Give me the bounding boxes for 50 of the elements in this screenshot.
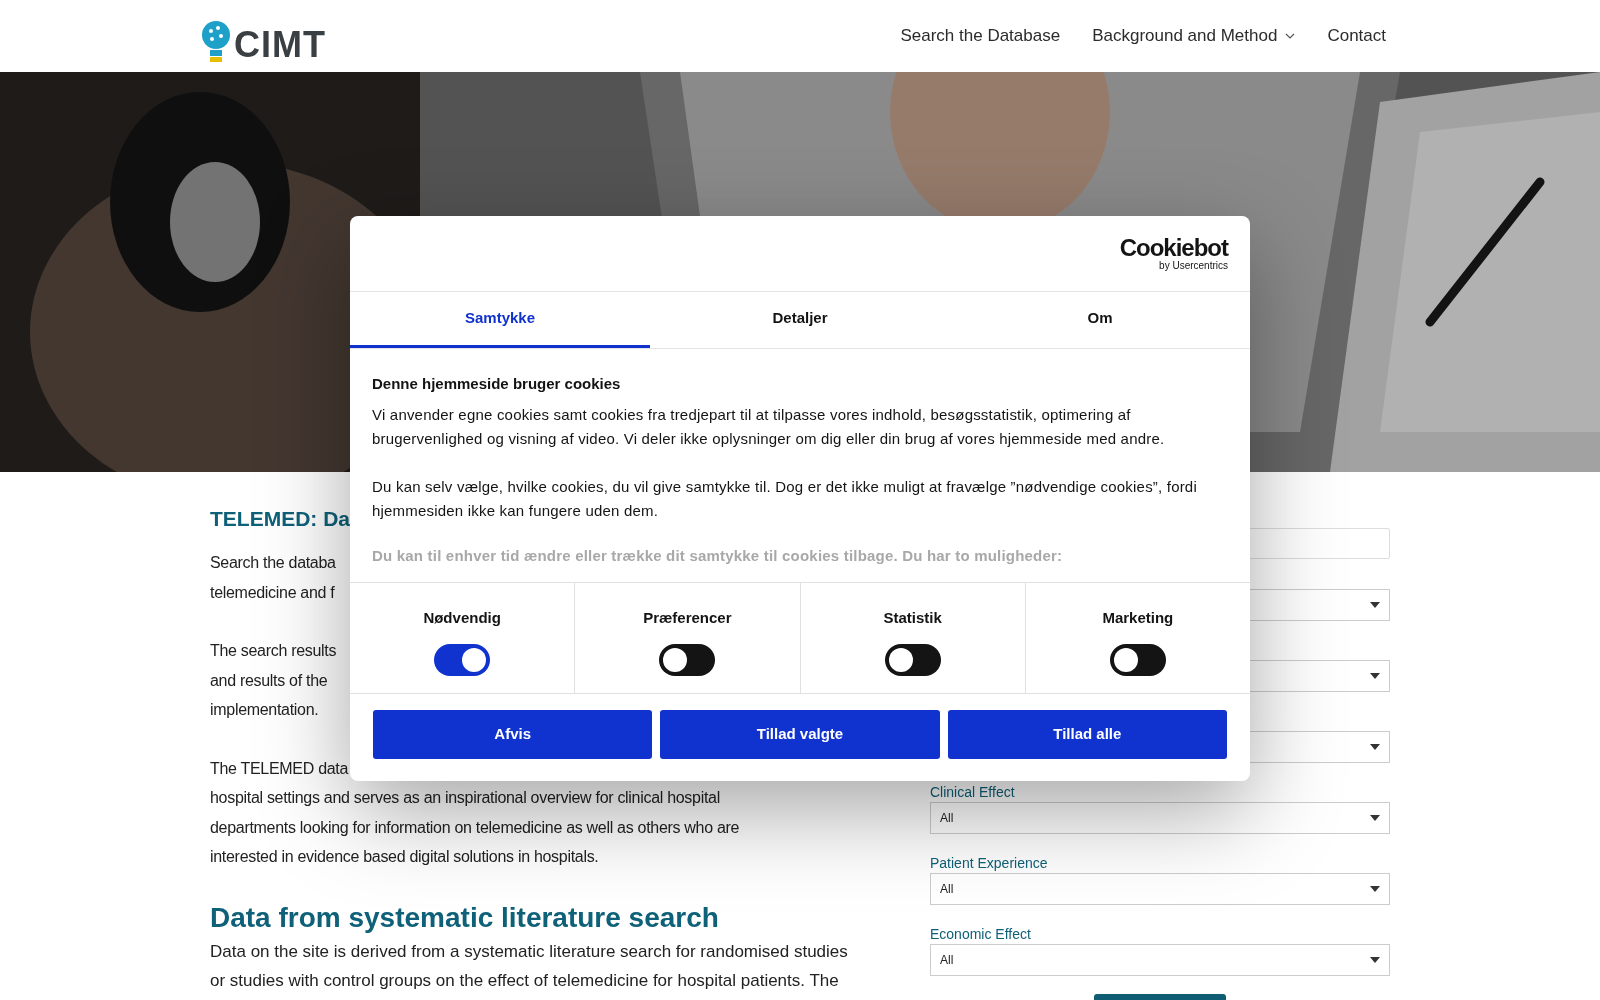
body-text-line: departments looking for information on telemedicine as well as others who are [210, 817, 740, 838]
page-title: TELEMED: Da [210, 506, 350, 532]
body-text-line: The search results [210, 641, 337, 661]
nav-link[interactable]: Background and Method [1092, 23, 1296, 49]
toggle-switch[interactable] [659, 643, 716, 676]
filter-label: Economic Effect [930, 925, 1031, 944]
body-text-line: or studies with control groups on the effect of telemedicine for hospital patients. The [210, 970, 839, 992]
filter-label: Patient Experience [930, 854, 1048, 873]
dialog-tab[interactable]: Samtykke [350, 292, 650, 348]
body-text-line: implementation. [210, 700, 319, 720]
dialog-paragraph: Vi anvender egne cookies samt cookies fra tredjepart til at tilpasse vores indhold, besøgsstatistik, optimering af brugervenlighed og visning af video. Vi deler ikke oplysninger om dig eller din brug af vores hjemmeside med andre. [372, 404, 1166, 449]
body-text-line: interested in evidence based digital solutions in hospitals. [210, 847, 599, 867]
dialog-tab[interactable]: Om [950, 292, 1250, 348]
toggle-switch[interactable] [1109, 643, 1166, 676]
logo-text: CIMT [234, 26, 326, 64]
dialog-paragraph: Du kan selv vælge, hvilke cookies, du vil give samtykke til. Dog er det ikke muligt at fravælge ”nødvendige cookies”, fordi hjemmesiden ikke kan fungere uden dem. [372, 476, 1198, 521]
filter-select[interactable]: All [930, 873, 1390, 905]
dialog-heading: Denne hjemmeside bruger cookies [372, 374, 622, 394]
category-label: Marketing [1102, 608, 1174, 628]
dropdown-caret-icon [1370, 957, 1380, 963]
dropdown-caret-icon [1370, 815, 1380, 821]
toggle-switch[interactable] [434, 643, 491, 676]
filter-label: Clinical Effect [930, 783, 1015, 802]
dropdown-caret-icon [1370, 744, 1380, 750]
faded-text: Du kan til enhver tid ændre eller trække dit samtykke til cookies tilbage. Du har to muligheder: [372, 545, 1063, 566]
cookiebot-logo: Cookiebot by Usercentrics [1119, 236, 1228, 271]
logo[interactable]: CIMT [200, 8, 326, 64]
filter-select[interactable]: All [930, 802, 1390, 834]
consent-button[interactable]: Tillad valgte [660, 710, 940, 759]
category-label: Nødvendig [423, 608, 501, 628]
body-text-line: telemedicine and f [210, 582, 335, 603]
dialog-tab[interactable]: Detaljer [650, 292, 950, 348]
dropdown-caret-icon [1370, 673, 1380, 679]
consent-button[interactable]: Afvis [373, 710, 653, 759]
body-text-line: The TELEMED data [210, 758, 349, 779]
dropdown-caret-icon [1370, 886, 1380, 892]
section-title: Data from systematic literature search [210, 900, 720, 935]
body-text-line: Search the databa [210, 553, 336, 573]
nav-link[interactable]: Search the Database [900, 23, 1061, 49]
body-text-line: Data on the site is derived from a systematic literature search for randomised studies [210, 940, 848, 963]
body-text-line: hospital settings and serves as an inspirational overview for clinical hospital [210, 788, 720, 808]
category-label: Statistik [883, 608, 942, 628]
filter-select[interactable]: All [930, 944, 1390, 976]
consent-button[interactable]: Tillad alle [947, 710, 1227, 759]
toggle-switch[interactable] [884, 643, 941, 676]
category-label: Præferencer [643, 608, 732, 628]
nav-link[interactable]: Contact [1327, 23, 1386, 49]
body-text-line: and results of the [210, 670, 328, 691]
chevron-down-icon [1285, 33, 1296, 39]
dropdown-caret-icon [1370, 602, 1380, 608]
